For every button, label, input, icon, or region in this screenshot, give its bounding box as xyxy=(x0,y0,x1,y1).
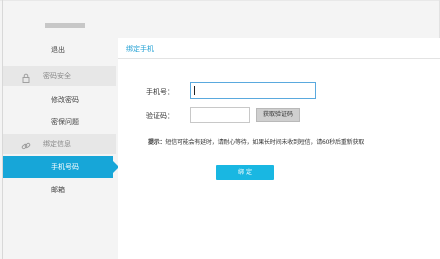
username-placeholder xyxy=(45,23,85,28)
title-divider xyxy=(118,58,440,59)
page: 退出 密码安全 修改密码 密保问题 绑定信息 手机号码 邮箱 绑定手机 手机号：… xyxy=(0,0,440,259)
text-caret xyxy=(194,86,195,95)
bind-button[interactable]: 绑 定 xyxy=(216,165,274,180)
link-icon xyxy=(21,139,31,150)
main-panel: 绑定手机 手机号： 验证码： 获取验证码 提示：短信可能会有延时，请耐心等待，如… xyxy=(118,38,440,259)
sidebar-section-security: 密码安全 xyxy=(3,66,116,86)
sidebar-item-phone[interactable]: 手机号码 xyxy=(3,156,119,178)
sidebar-item-security-question[interactable]: 密保问题 xyxy=(3,112,116,132)
sidebar-item-label: 退出 xyxy=(51,46,65,54)
sidebar-section-binding: 绑定信息 xyxy=(3,134,116,154)
sidebar: 退出 密码安全 修改密码 密保问题 绑定信息 手机号码 邮箱 xyxy=(3,18,119,259)
phone-label: 手机号： xyxy=(146,88,174,96)
get-code-button[interactable]: 获取验证码 xyxy=(256,108,300,122)
page-title: 绑定手机 xyxy=(126,45,154,53)
sidebar-section-label: 密码安全 xyxy=(43,72,71,80)
code-label: 验证码： xyxy=(146,112,174,120)
hint-prefix: 提示： xyxy=(148,139,166,146)
sidebar-item-email[interactable]: 邮箱 xyxy=(3,180,116,200)
sidebar-item-label: 邮箱 xyxy=(51,186,65,194)
hint-text: 提示：短信可能会有延时，请耐心等待，如果长时间未收到短信，请60秒后重新获取 xyxy=(148,137,436,146)
top-border xyxy=(0,0,440,1)
sidebar-section-label: 绑定信息 xyxy=(43,140,71,148)
sidebar-item-label: 密保问题 xyxy=(51,118,79,126)
sidebar-item-change-password[interactable]: 修改密码 xyxy=(3,90,116,110)
sidebar-item-label: 手机号码 xyxy=(51,163,79,171)
sidebar-item-logout[interactable]: 退出 xyxy=(3,40,116,60)
sidebar-item-label: 修改密码 xyxy=(51,96,79,104)
hint-body: 短信可能会有延时，请耐心等待，如果长时间未收到短信，请60秒后重新获取 xyxy=(165,139,365,146)
lock-icon xyxy=(21,71,31,83)
code-input[interactable] xyxy=(190,107,250,123)
phone-input[interactable] xyxy=(190,82,316,99)
